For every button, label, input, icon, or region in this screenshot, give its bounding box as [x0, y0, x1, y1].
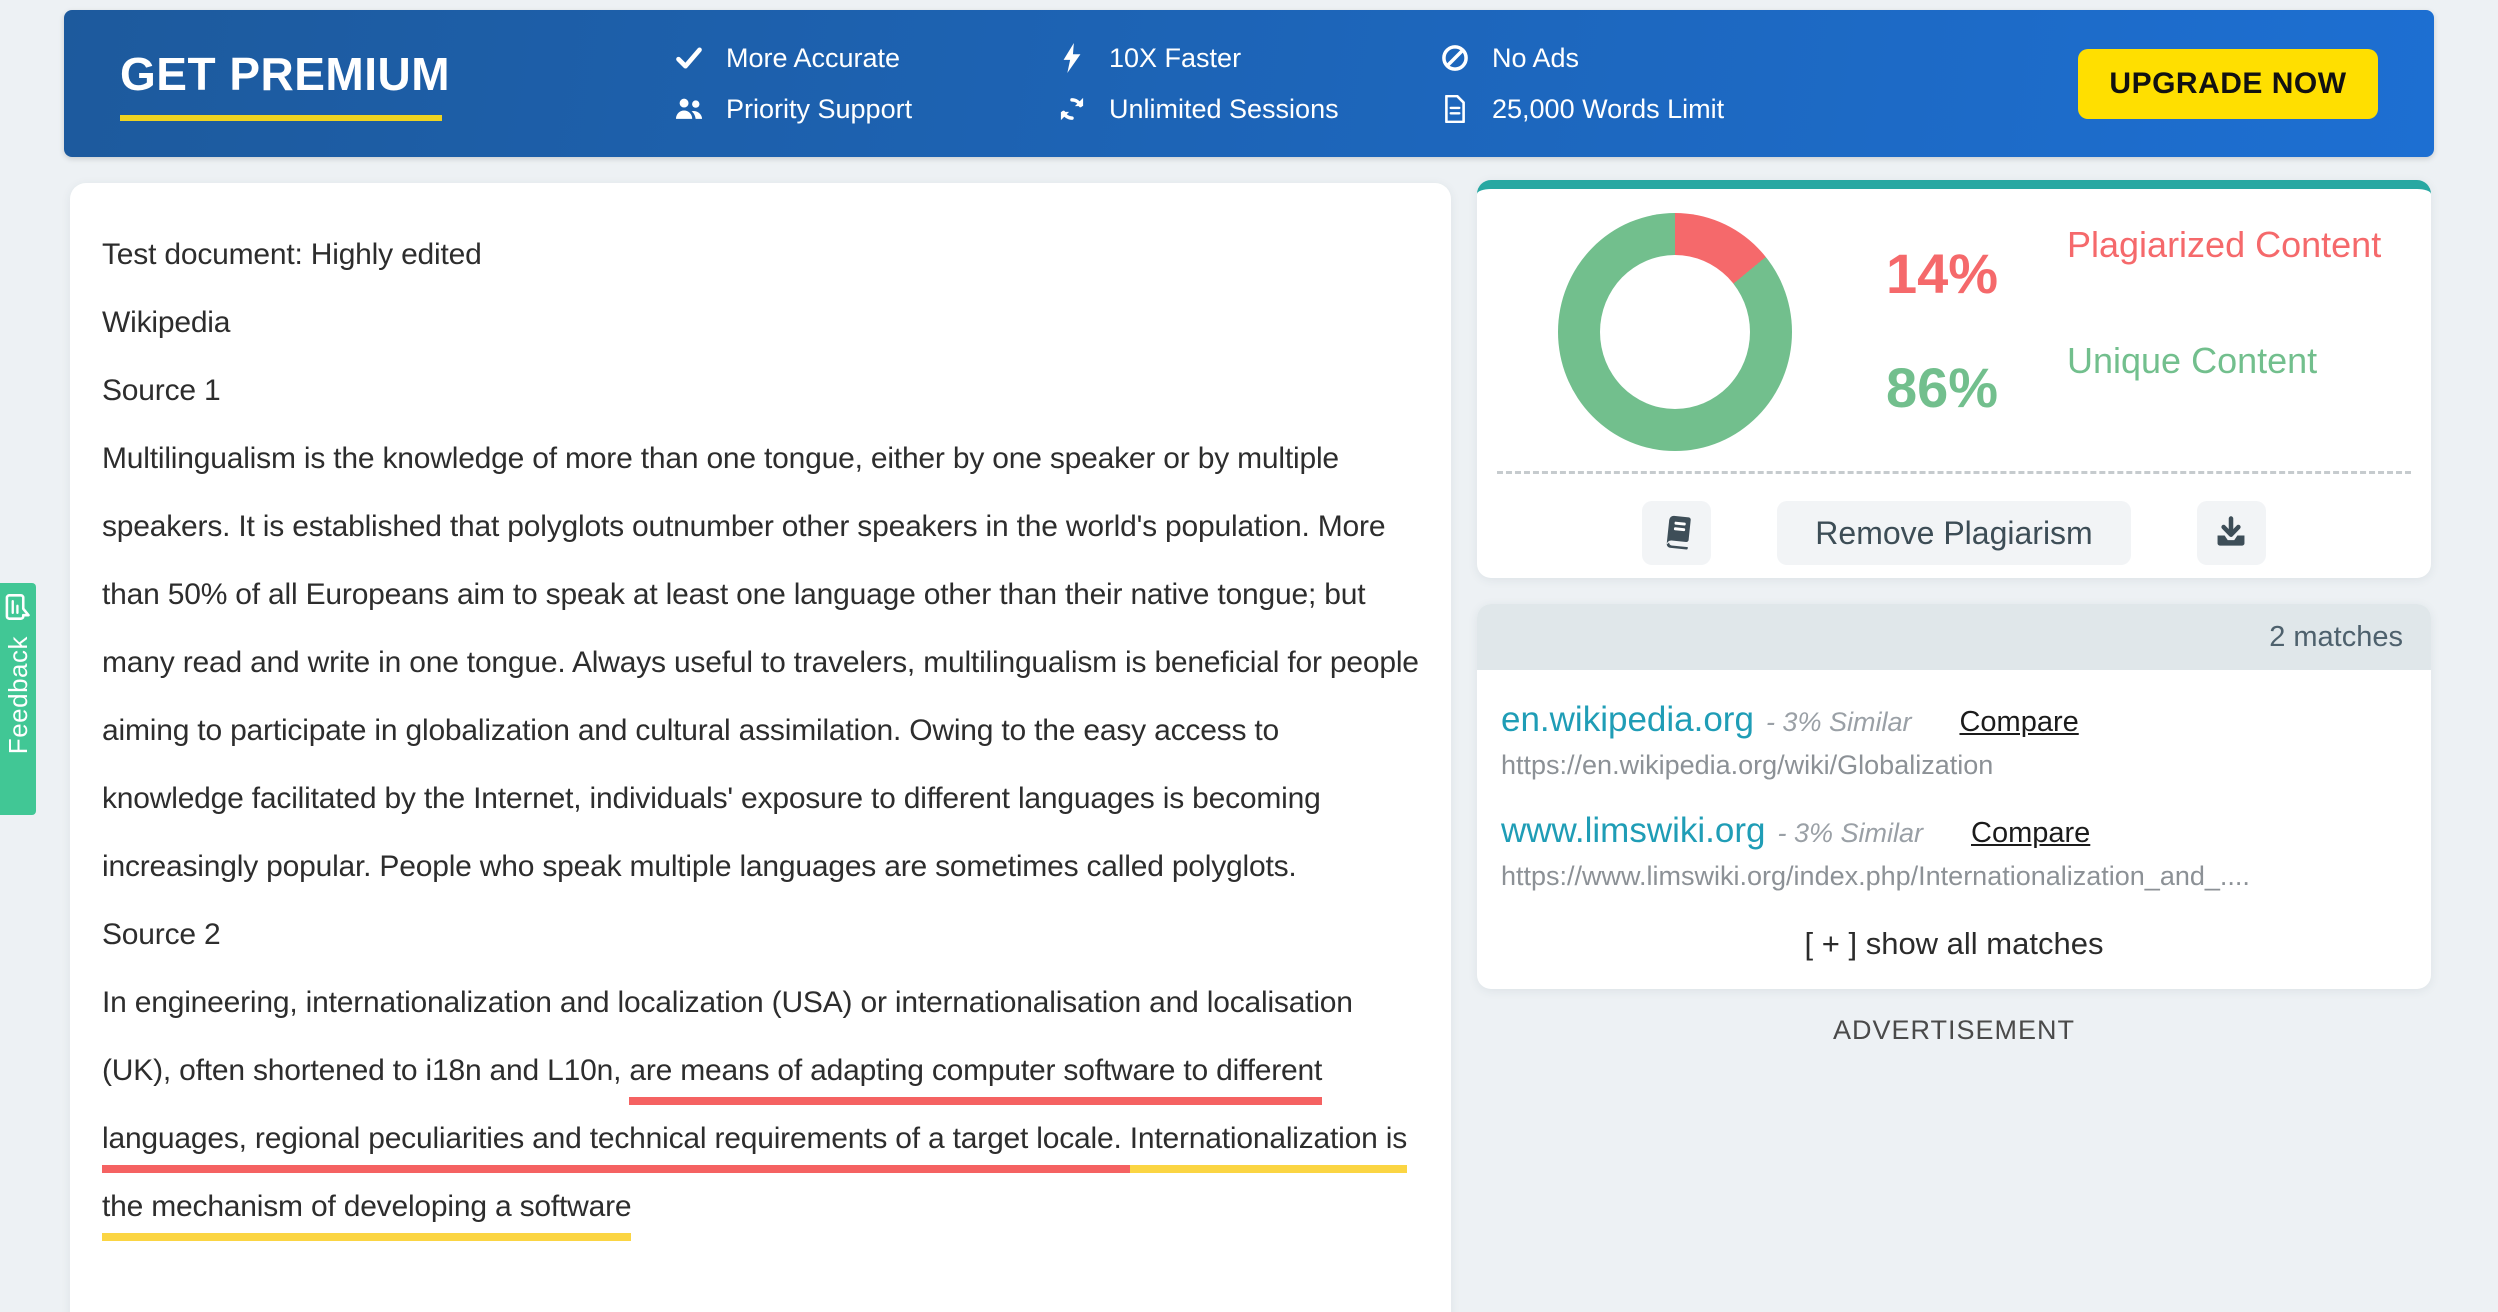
- feature-column-1: More Accurate Priority Support: [672, 43, 1055, 125]
- match-site-link[interactable]: www.limswiki.org: [1501, 811, 1765, 851]
- doc-paragraph-1: Multilingualism is the knowledge of more…: [102, 425, 1419, 901]
- feature-words-limit: 25,000 Words Limit: [1438, 94, 1821, 125]
- match-site-link[interactable]: en.wikipedia.org: [1501, 700, 1754, 740]
- no-ads-icon: [1438, 44, 1472, 72]
- plagiarized-percentage: 14%: [1847, 241, 2037, 306]
- feature-10x-faster: 10X Faster: [1055, 43, 1438, 74]
- document-icon: [1438, 95, 1472, 123]
- chat-bubble-icon: [4, 593, 32, 626]
- doc-source1-label: Source 1: [102, 357, 1419, 425]
- dashed-divider: [1497, 471, 2411, 474]
- result-actions: Remove Plagiarism: [1477, 501, 2431, 565]
- match-row: en.wikipedia.org - 3% Similar Compare ht…: [1477, 670, 2431, 781]
- feature-label: 25,000 Words Limit: [1492, 94, 1724, 125]
- remove-plagiarism-button[interactable]: Remove Plagiarism: [1777, 501, 2130, 565]
- premium-feature-list: More Accurate Priority Support: [672, 43, 1821, 125]
- feature-label: More Accurate: [726, 43, 900, 74]
- plagiarized-content-label: Plagiarized Content: [2067, 221, 2397, 269]
- feature-column-3: No Ads 25,000 Words Limit: [1438, 43, 1821, 125]
- matches-header: 2 matches: [1477, 604, 2431, 670]
- feature-label: Unlimited Sessions: [1109, 94, 1339, 125]
- doc-paragraph-2: In engineering, internationalization and…: [102, 969, 1419, 1241]
- feature-unlimited-sessions: Unlimited Sessions: [1055, 94, 1438, 125]
- match-row: www.limswiki.org - 3% Similar Compare ht…: [1477, 781, 2431, 892]
- feedback-label: Feedback: [3, 636, 34, 754]
- results-panel: 14% 86% Plagiarized Content Unique Conte…: [1477, 180, 2431, 578]
- users-icon: [672, 94, 706, 124]
- feature-priority-support: Priority Support: [672, 94, 1055, 125]
- compare-link[interactable]: Compare: [1971, 817, 2090, 850]
- plagiarism-donut-chart: [1558, 213, 1792, 451]
- download-report-button[interactable]: [2197, 501, 2266, 565]
- upgrade-now-button[interactable]: UPGRADE NOW: [2078, 49, 2378, 119]
- banner-title: GET PREMIUM: [120, 47, 460, 101]
- match-similarity: - 3% Similar: [1766, 707, 1912, 738]
- feature-column-2: 10X Faster Unlimited Sessions: [1055, 43, 1438, 125]
- match-similarity: - 3% Similar: [1777, 818, 1923, 849]
- show-all-matches-link[interactable]: [ + ] show all matches: [1477, 926, 2431, 962]
- download-icon: [2214, 515, 2248, 552]
- feature-label: Priority Support: [726, 94, 912, 125]
- matches-count: 2 matches: [2269, 621, 2403, 654]
- feature-more-accurate: More Accurate: [672, 43, 1055, 74]
- citations-book-button[interactable]: [1642, 501, 1711, 565]
- feature-label: No Ads: [1492, 43, 1579, 74]
- compare-link[interactable]: Compare: [1959, 706, 2078, 739]
- bolt-icon: [1055, 43, 1089, 73]
- banner-title-block: GET PREMIUM: [120, 47, 460, 121]
- doc-line-wikipedia: Wikipedia: [102, 289, 1419, 357]
- feature-no-ads: No Ads: [1438, 43, 1821, 74]
- match-url: https://en.wikipedia.org/wiki/Globalizat…: [1501, 750, 2407, 781]
- advertisement-label: ADVERTISEMENT: [1477, 1015, 2431, 1046]
- check-icon: [672, 44, 706, 72]
- sync-icon: [1055, 95, 1089, 123]
- book-icon: [1659, 514, 1695, 553]
- plagiarism-checker-page: GET PREMIUM More Accurate: [0, 0, 2498, 1312]
- premium-banner: GET PREMIUM More Accurate: [64, 10, 2434, 157]
- document-panel[interactable]: Test document: Highly edited Wikipedia S…: [70, 183, 1451, 1312]
- doc-title-line: Test document: Highly edited: [102, 221, 1419, 289]
- matches-panel: 2 matches en.wikipedia.org - 3% Similar …: [1477, 604, 2431, 989]
- banner-title-underline: [120, 115, 442, 121]
- feedback-tab[interactable]: Feedback: [0, 583, 36, 815]
- feature-label: 10X Faster: [1109, 43, 1241, 74]
- doc-source2-label: Source 2: [102, 901, 1419, 969]
- unique-percentage: 86%: [1847, 355, 2037, 420]
- unique-content-label: Unique Content: [2067, 337, 2397, 385]
- match-url: https://www.limswiki.org/index.php/Inter…: [1501, 861, 2407, 892]
